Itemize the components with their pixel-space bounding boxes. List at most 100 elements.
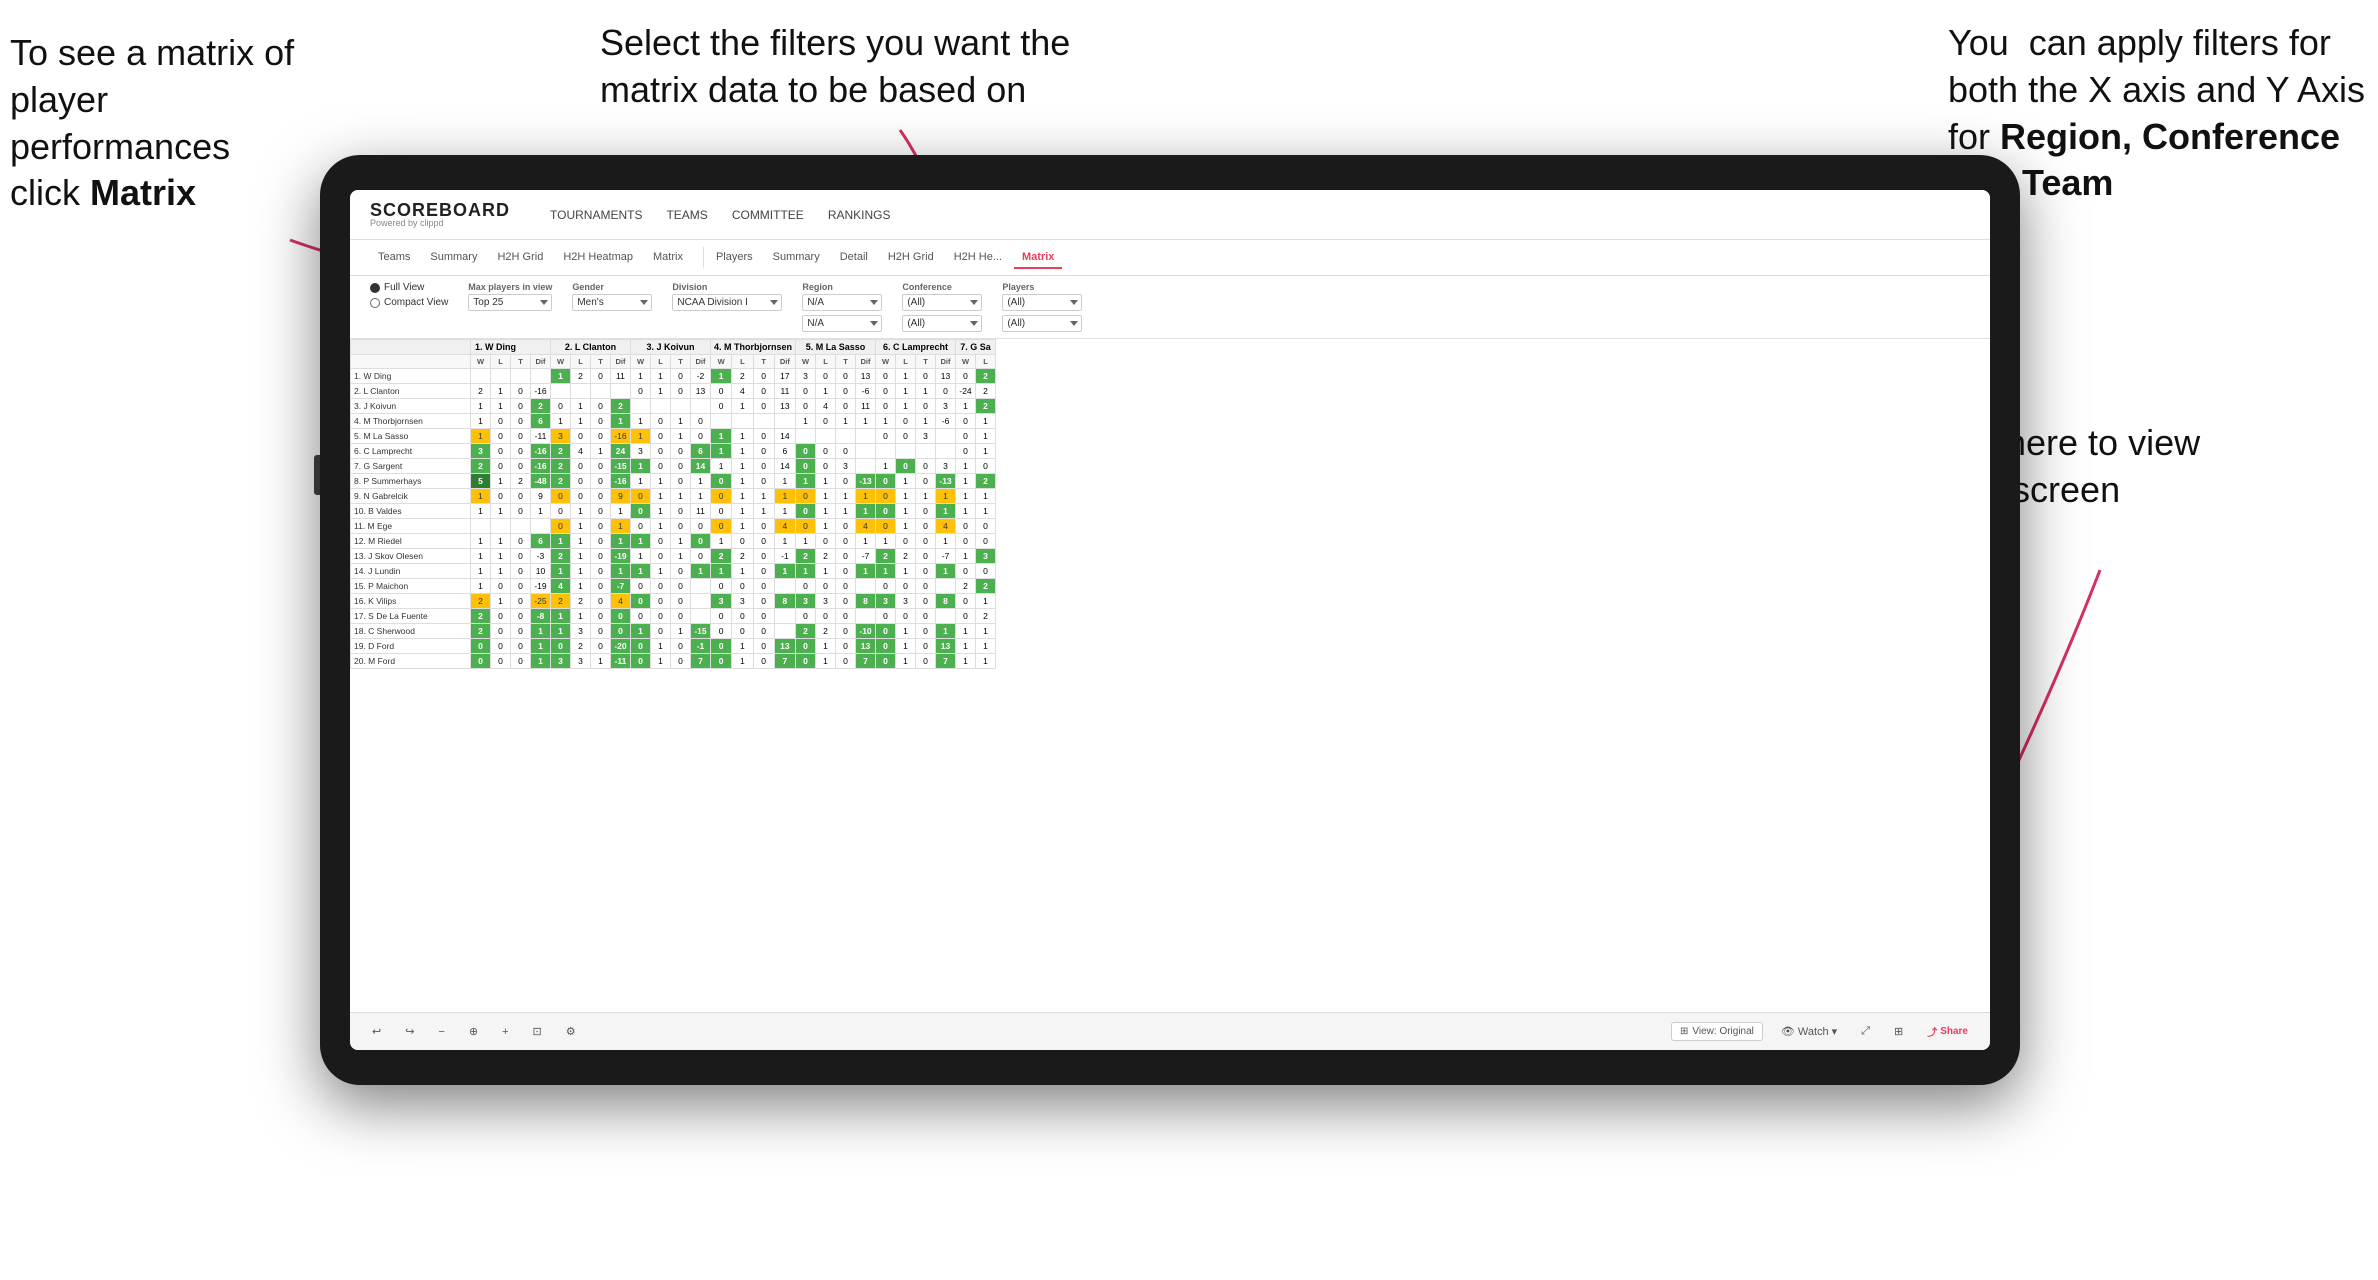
nav-tournaments[interactable]: TOURNAMENTS xyxy=(550,208,642,222)
sh-l6: L xyxy=(896,355,916,369)
player-3: 3. J Koivun xyxy=(351,399,471,414)
player-16: 16. K Vilips xyxy=(351,594,471,609)
subnav-players-summary[interactable]: Summary xyxy=(765,247,828,269)
sh-t2: T xyxy=(591,355,611,369)
subnav-summary[interactable]: Summary xyxy=(422,247,485,269)
settings-button[interactable]: ⚙ xyxy=(560,1023,582,1040)
gender-label: Gender xyxy=(572,282,652,292)
conference-select-1[interactable]: (All) xyxy=(902,294,982,311)
player-5: 5. M La Sasso xyxy=(351,429,471,444)
sh-dif4: Dif xyxy=(774,355,795,369)
players-filter: Players (All) (All) xyxy=(1002,282,1082,332)
row-20: 20. M Ford 0001 331-11 0107 0107 0107 01… xyxy=(351,654,996,669)
redo-button[interactable]: ↪ xyxy=(399,1023,420,1040)
player-14: 14. J Lundin xyxy=(351,564,471,579)
player-13: 13. J Skov Olesen xyxy=(351,549,471,564)
max-players-select[interactable]: Top 25 xyxy=(468,294,552,311)
sh-dif5: Dif xyxy=(856,355,876,369)
row-17: 17. S De La Fuente 200-8 1100 000 000 00… xyxy=(351,609,996,624)
share-button[interactable]: ⤴ Share xyxy=(1921,1022,1974,1041)
gender-select[interactable]: Men's xyxy=(572,294,652,311)
row-18: 18. C Sherwood 2001 1300 101-15 000 220-… xyxy=(351,624,996,639)
col-header-gsa: 7. G Sa xyxy=(956,340,996,355)
player-9: 9. N Gabrelcik xyxy=(351,489,471,504)
tablet-side-button xyxy=(314,455,320,495)
players-label: Players xyxy=(1002,282,1082,292)
grid-button[interactable]: ⊞ xyxy=(1888,1023,1909,1040)
full-view-option[interactable]: Full View xyxy=(370,282,448,293)
region-select-1[interactable]: N/A xyxy=(802,294,882,311)
subnav-h2h-grid-2[interactable]: H2H Grid xyxy=(880,247,942,269)
sub-header-player xyxy=(351,355,471,369)
annotation-topleft: To see a matrix of player performances c… xyxy=(10,30,330,217)
subnav-matrix-active[interactable]: Matrix xyxy=(1014,247,1062,269)
logo-subtitle: Powered by clippd xyxy=(370,219,510,228)
nav-teams[interactable]: TEAMS xyxy=(666,208,707,222)
subnav-players[interactable]: Players xyxy=(703,247,761,269)
zoom-in-button[interactable]: + xyxy=(496,1024,514,1040)
players-select-1[interactable]: (All) xyxy=(1002,294,1082,311)
subnav-teams[interactable]: Teams xyxy=(370,247,418,269)
row-12: 12. M Riedel 1106 1101 1010 1001 1001 10… xyxy=(351,534,996,549)
row-3: 3. J Koivun 1102 0102 01013 04011 0103 1… xyxy=(351,399,996,414)
matrix-table: 1. W Ding 2. L Clanton 3. J Koivun 4. M … xyxy=(350,339,996,669)
sh-dif6: Dif xyxy=(936,355,956,369)
col-header-wding: 1. W Ding xyxy=(471,340,551,355)
players-select-2[interactable]: (All) xyxy=(1002,315,1082,332)
sh-t1: T xyxy=(511,355,531,369)
resize-button[interactable]: ⤢ xyxy=(1855,1023,1876,1040)
full-view-label: Full View xyxy=(384,282,424,293)
watch-button[interactable]: 👁 Watch ▾ xyxy=(1775,1023,1843,1040)
row-19: 19. D Ford 0001 020-20 010-1 01013 01013… xyxy=(351,639,996,654)
col-header-mlasasso: 5. M La Sasso xyxy=(796,340,876,355)
sh-w1: W xyxy=(471,355,491,369)
player-1: 1. W Ding xyxy=(351,369,471,384)
nav-rankings[interactable]: RANKINGS xyxy=(828,208,891,222)
sh-w4: W xyxy=(711,355,732,369)
bottom-toolbar: ↩ ↪ − ⊕ + ⊡ ⚙ ⊞ View: Original 👁 Watch ▾… xyxy=(350,1012,1990,1050)
matrix-container[interactable]: 1. W Ding 2. L Clanton 3. J Koivun 4. M … xyxy=(350,339,1990,1012)
conference-select-2[interactable]: (All) xyxy=(902,315,982,332)
compact-view-radio xyxy=(370,298,380,308)
subnav-h2hhe[interactable]: H2H He... xyxy=(946,247,1010,269)
share-label: Share xyxy=(1940,1026,1968,1037)
sh-dif3: Dif xyxy=(691,355,711,369)
sh-l5: L xyxy=(816,355,836,369)
region-filter: Region N/A N/A xyxy=(802,282,882,332)
region-select-2[interactable]: N/A xyxy=(802,315,882,332)
player-4: 4. M Thorbjornsen xyxy=(351,414,471,429)
player-7: 7. G Sargent xyxy=(351,459,471,474)
conference-filter: Conference (All) (All) xyxy=(902,282,982,332)
subnav-h2h-heatmap[interactable]: H2H Heatmap xyxy=(555,247,641,269)
player-17: 17. S De La Fuente xyxy=(351,609,471,624)
player-8: 8. P Summerhays xyxy=(351,474,471,489)
row-8: 8. P Summerhays 512-48 200-16 1101 0101 … xyxy=(351,474,996,489)
sh-dif1: Dif xyxy=(531,355,551,369)
watch-chevron: ▾ xyxy=(1832,1025,1838,1038)
compact-view-option[interactable]: Compact View xyxy=(370,297,448,308)
col-header-clamprecht: 6. C Lamprecht xyxy=(876,340,956,355)
nav-committee[interactable]: COMMITTEE xyxy=(732,208,804,222)
app-header: SCOREBOARD Powered by clippd TOURNAMENTS… xyxy=(350,190,1990,240)
sh-l1: L xyxy=(491,355,511,369)
zoom-percent[interactable]: ⊕ xyxy=(463,1023,484,1040)
view-original-button[interactable]: ⊞ View: Original xyxy=(1671,1022,1763,1041)
undo-button[interactable]: ↩ xyxy=(366,1023,387,1040)
division-select[interactable]: NCAA Division I xyxy=(672,294,782,311)
sh-w6: W xyxy=(876,355,896,369)
player-10: 10. B Valdes xyxy=(351,504,471,519)
col-header-lclanton: 2. L Clanton xyxy=(551,340,631,355)
row-11: 11. M Ege 0101 0100 0104 0104 0104 00 xyxy=(351,519,996,534)
sh-t6: T xyxy=(916,355,936,369)
subnav-detail[interactable]: Detail xyxy=(832,247,876,269)
sh-w2: W xyxy=(551,355,571,369)
annotation-topcenter: Select the filters you want the matrix d… xyxy=(600,20,1080,114)
row-15: 15. P Maichon 100-19 410-7 000 000 000 0… xyxy=(351,579,996,594)
player-2: 2. L Clanton xyxy=(351,384,471,399)
zoom-out-button[interactable]: − xyxy=(432,1024,450,1040)
subnav-matrix[interactable]: Matrix xyxy=(645,247,691,269)
annotation-topcenter-text: Select the filters you want the matrix d… xyxy=(600,22,1070,110)
fit-button[interactable]: ⊡ xyxy=(527,1023,548,1040)
sub-header-row: WLTDif WLTDif WLTDif WLTDif WLTDif WLTDi… xyxy=(351,355,996,369)
subnav-h2h-grid[interactable]: H2H Grid xyxy=(489,247,551,269)
